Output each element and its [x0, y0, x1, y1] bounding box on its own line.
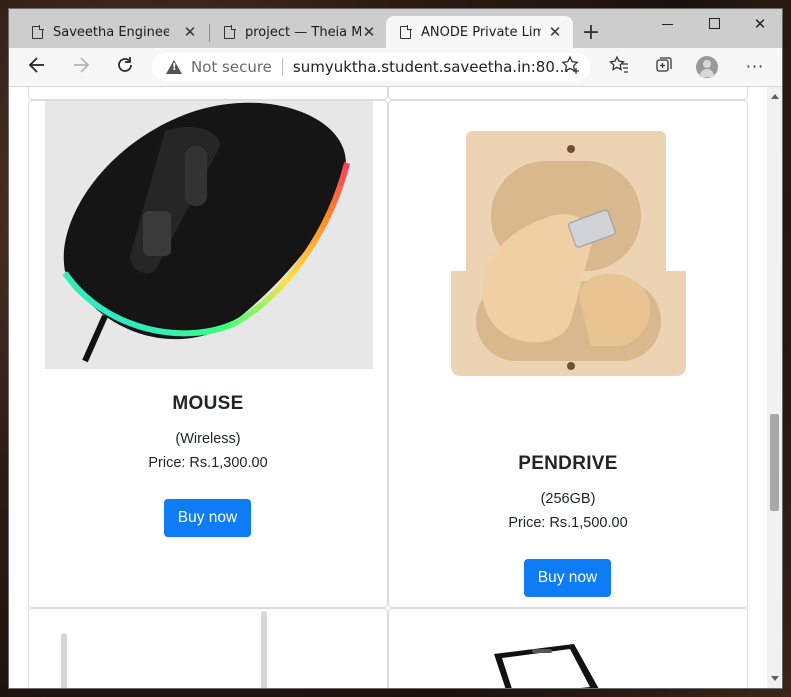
tab-anode[interactable]: ANODE Private Limited ✕: [386, 16, 573, 48]
product-card-mouse: MOUSE (Wireless) Price: Rs.1,300.00 Buy …: [28, 100, 388, 608]
minimize-icon[interactable]: [662, 24, 673, 25]
page-icon: [224, 24, 236, 39]
avatar[interactable]: [696, 56, 718, 78]
page-icon: [400, 24, 412, 39]
scroll-up-icon[interactable]: [771, 94, 779, 99]
star-plus-icon[interactable]: [559, 55, 583, 79]
pendrive-image: [431, 121, 716, 421]
tab-project[interactable]: project — Theia Multi- ✕: [210, 16, 387, 48]
address-bar[interactable]: Not secure sumyuktha.student.saveetha.in…: [152, 53, 590, 81]
product-card: [388, 608, 748, 688]
tab-title: ANODE Private Limited: [421, 24, 541, 40]
favorites-icon[interactable]: [607, 55, 631, 79]
page-icon: [32, 24, 44, 39]
scroll-down-icon[interactable]: [771, 676, 779, 681]
buy-now-button[interactable]: Buy now: [164, 499, 251, 537]
warning-icon: [166, 60, 182, 74]
page-content: MOUSE (Wireless) Price: Rs.1,300.00 Buy …: [9, 87, 767, 688]
product-name: PENDRIVE: [518, 453, 618, 474]
tab-saveetha[interactable]: Saveetha Engineering ✕: [18, 16, 208, 48]
collections-icon[interactable]: [652, 55, 676, 79]
product-description: (256GB): [540, 491, 596, 507]
browser-window: Saveetha Engineering ✕ project — Theia M…: [9, 9, 782, 688]
product-price: Price: Rs.1,500.00: [508, 515, 628, 531]
divider: [281, 58, 283, 76]
vertical-scrollbar[interactable]: [767, 87, 782, 688]
security-label: Not secure: [191, 58, 272, 76]
maximize-icon[interactable]: [709, 18, 720, 29]
url-text[interactable]: sumyuktha.student.saveetha.in:80...: [293, 58, 569, 76]
buy-now-button[interactable]: Buy now: [524, 559, 611, 597]
new-tab-icon[interactable]: +: [580, 20, 602, 45]
product-card-pendrive: PENDRIVE (256GB) Price: Rs.1,500.00 Buy …: [388, 100, 748, 608]
arrow-right-icon[interactable]: [69, 55, 93, 79]
product-card: [388, 87, 748, 100]
product-card: [28, 608, 388, 688]
close-window-icon[interactable]: ✕: [745, 15, 775, 33]
tab-strip: Saveetha Engineering ✕ project — Theia M…: [9, 9, 782, 48]
tab-title: Saveetha Engineering: [53, 24, 169, 40]
close-tab-icon[interactable]: ✕: [361, 23, 377, 41]
scroll-thumb[interactable]: [770, 414, 779, 511]
product-card: [28, 87, 388, 100]
product-price: Price: Rs.1,300.00: [148, 455, 268, 471]
tab-title: project — Theia Multi-: [245, 24, 361, 40]
reload-icon[interactable]: [113, 55, 137, 79]
product-description: (Wireless): [175, 431, 241, 447]
more-icon[interactable]: ···: [743, 55, 767, 79]
mouse-image: [45, 101, 373, 369]
close-tab-icon[interactable]: ✕: [547, 23, 563, 41]
arrow-left-icon[interactable]: [25, 55, 49, 79]
browser-toolbar: Not secure sumyuktha.student.saveetha.in…: [9, 48, 782, 87]
product-name: MOUSE: [172, 393, 244, 414]
close-tab-icon[interactable]: ✕: [182, 23, 198, 41]
